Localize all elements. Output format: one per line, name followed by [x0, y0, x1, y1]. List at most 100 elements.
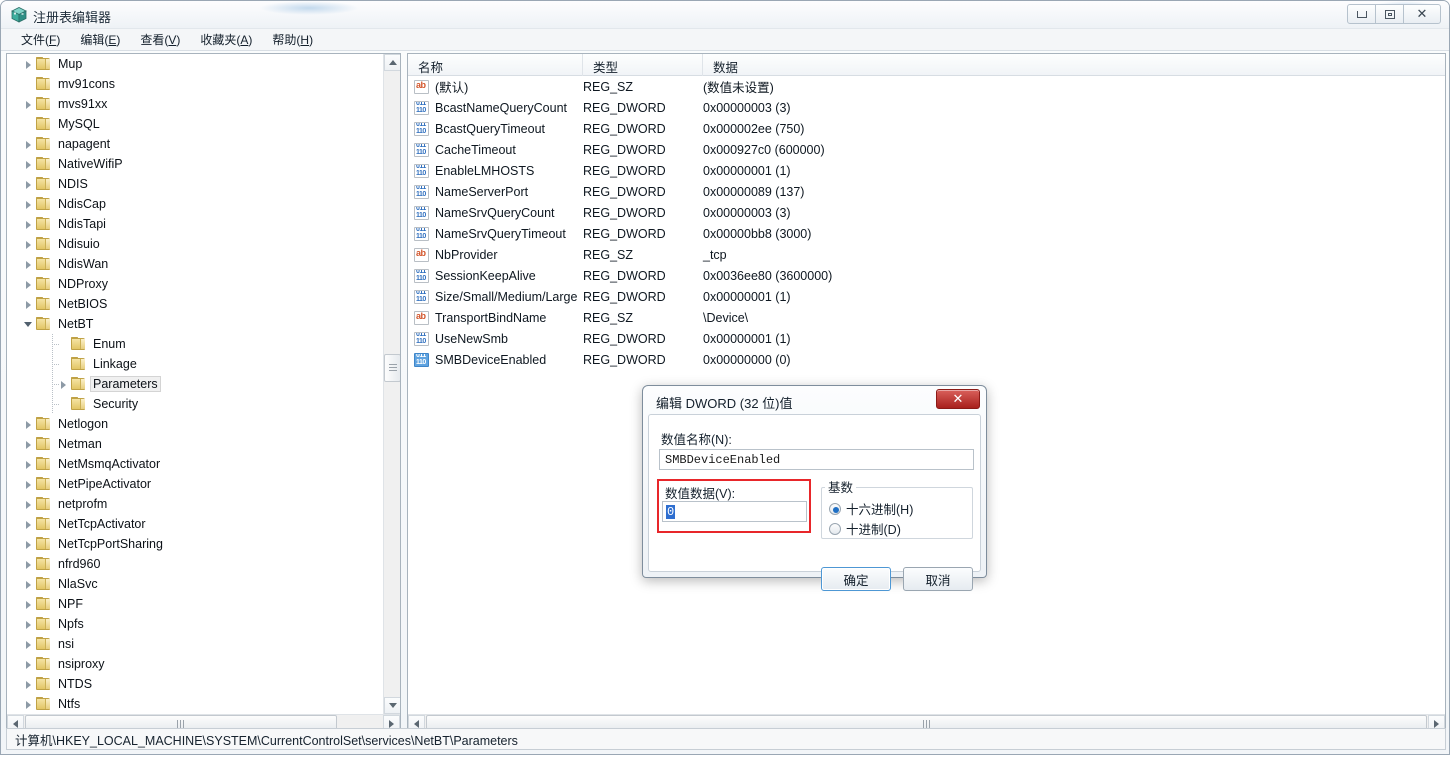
table-row[interactable]: NameSrvQueryCount REG_DWORD 0x00000003 (3) — [408, 202, 1445, 223]
tree-item-ntds[interactable]: NTDS — [7, 674, 384, 694]
table-row[interactable]: NbProvider REG_SZ _tcp — [408, 244, 1445, 265]
table-row[interactable]: NameServerPort REG_DWORD 0x00000089 (137) — [408, 181, 1445, 202]
expand-arrow-icon[interactable] — [23, 479, 34, 490]
tree-item-mvs91xx[interactable]: mvs91xx — [7, 94, 384, 114]
tree-item-nettcpactivator[interactable]: NetTcpActivator — [7, 514, 384, 534]
expand-arrow-icon[interactable] — [23, 279, 34, 290]
tree-item-npf[interactable]: NPF — [7, 594, 384, 614]
expand-arrow-icon[interactable] — [23, 519, 34, 530]
tree-item-netmsmqactivator[interactable]: NetMsmqActivator — [7, 454, 384, 474]
tree-item-ndiscap[interactable]: NdisCap — [7, 194, 384, 214]
tree-item-mysql[interactable]: MySQL — [7, 114, 384, 134]
expand-arrow-icon[interactable] — [23, 299, 34, 310]
close-button[interactable]: ✕ — [1403, 4, 1441, 24]
table-row[interactable]: UseNewSmb REG_DWORD 0x00000001 (1) — [408, 328, 1445, 349]
ok-button[interactable]: 确定 — [821, 567, 891, 591]
column-header-type[interactable]: 类型 — [583, 54, 703, 76]
expand-arrow-icon[interactable] — [23, 659, 34, 670]
expand-arrow-icon[interactable] — [23, 439, 34, 450]
expand-arrow-icon[interactable] — [23, 559, 34, 570]
tree-item-napagent[interactable]: napagent — [7, 134, 384, 154]
tree-item-netbios[interactable]: NetBIOS — [7, 294, 384, 314]
tree-item-nsiproxy[interactable]: nsiproxy — [7, 654, 384, 674]
tree-item-netbt[interactable]: NetBT — [7, 314, 384, 334]
table-row[interactable]: NameSrvQueryTimeout REG_DWORD 0x00000bb8 (… — [408, 223, 1445, 244]
expand-arrow-icon[interactable] — [23, 179, 34, 190]
column-header-data[interactable]: 数据 — [703, 54, 1445, 76]
column-header-name[interactable]: 名称 — [408, 54, 583, 76]
radio-decimal[interactable]: 十进制(D) — [829, 519, 901, 538]
tree-item-security[interactable]: Security — [7, 394, 384, 414]
tree-item-nettcpportsharing[interactable]: NetTcpPortSharing — [7, 534, 384, 554]
expand-arrow-icon[interactable] — [23, 619, 34, 630]
table-row[interactable]: SMBDeviceEnabled REG_DWORD 0x00000000 (0) — [408, 349, 1445, 370]
value-name-field[interactable]: SMBDeviceEnabled — [659, 449, 974, 470]
menu-help[interactable]: 帮助(H) — [262, 29, 323, 50]
table-row[interactable]: TransportBindName REG_SZ \Device\ — [408, 307, 1445, 328]
tree-item-npfs[interactable]: Npfs — [7, 614, 384, 634]
radio-hex-icon — [829, 502, 841, 515]
expand-arrow-icon[interactable] — [23, 679, 34, 690]
tree-scroll-up-button[interactable] — [384, 54, 400, 71]
expand-arrow-icon[interactable] — [23, 639, 34, 650]
tree-item-ndproxy[interactable]: NDProxy — [7, 274, 384, 294]
tree-item-enum[interactable]: Enum — [7, 334, 384, 354]
tree-item-parameters[interactable]: Parameters — [7, 374, 384, 394]
table-row[interactable]: SessionKeepAlive REG_DWORD 0x0036ee80 (360… — [408, 265, 1445, 286]
table-row[interactable]: Size/Small/Medium/Large REG_DWORD 0x000000… — [408, 286, 1445, 307]
value-name-text: SessionKeepAlive — [435, 268, 536, 283]
expand-arrow-icon[interactable] — [23, 219, 34, 230]
tree-item-netpipeactivator[interactable]: NetPipeActivator — [7, 474, 384, 494]
tree-item-nfrd960[interactable]: nfrd960 — [7, 554, 384, 574]
table-row[interactable]: EnableLMHOSTS REG_DWORD 0x00000001 (1) — [408, 160, 1445, 181]
expand-arrow-icon[interactable] — [23, 539, 34, 550]
dialog-close-button[interactable]: ✕ — [936, 389, 980, 409]
expand-arrow-icon[interactable] — [23, 139, 34, 150]
tree-item-mv91cons[interactable]: mv91cons — [7, 74, 384, 94]
expand-arrow-open-icon[interactable] — [23, 319, 34, 330]
expand-arrow-icon[interactable] — [23, 59, 34, 70]
menu-favorites[interactable]: 收藏夹(A) — [190, 29, 262, 50]
tree-item-netman[interactable]: Netman — [7, 434, 384, 454]
cancel-button[interactable]: 取消 — [903, 567, 973, 591]
tree-item-ndistapi[interactable]: NdisTapi — [7, 214, 384, 234]
radio-hexadecimal[interactable]: 十六进制(H) — [829, 499, 913, 518]
minimize-button[interactable] — [1347, 4, 1376, 24]
tree-item-nsi[interactable]: nsi — [7, 634, 384, 654]
tree-scroll-down-button[interactable] — [384, 697, 400, 714]
menu-file[interactable]: 文件(F) — [11, 29, 70, 50]
tree-item-netprofm[interactable]: netprofm — [7, 494, 384, 514]
tree-item-ndis[interactable]: NDIS — [7, 174, 384, 194]
expand-arrow-icon[interactable] — [23, 99, 34, 110]
expand-arrow-icon[interactable] — [23, 259, 34, 270]
tree-item-linkage[interactable]: Linkage — [7, 354, 384, 374]
tree-item-mup[interactable]: Mup — [7, 54, 384, 74]
menu-view[interactable]: 查看(V) — [130, 29, 190, 50]
expand-arrow-icon[interactable] — [58, 379, 69, 390]
expand-arrow-icon[interactable] — [23, 499, 34, 510]
expand-arrow-icon[interactable] — [23, 239, 34, 250]
table-row[interactable]: BcastQueryTimeout REG_DWORD 0x000002ee (75… — [408, 118, 1445, 139]
expand-arrow-icon[interactable] — [23, 599, 34, 610]
expand-arrow-icon[interactable] — [23, 699, 34, 710]
tree-item-nativewifip[interactable]: NativeWifiP — [7, 154, 384, 174]
expand-arrow-icon[interactable] — [23, 159, 34, 170]
expand-arrow-icon[interactable] — [23, 579, 34, 590]
expand-arrow-icon[interactable] — [23, 419, 34, 430]
tree-item-ndisuio[interactable]: Ndisuio — [7, 234, 384, 254]
tree-scroll-thumb[interactable] — [384, 354, 400, 382]
table-row[interactable]: CacheTimeout REG_DWORD 0x000927c0 (600000) — [408, 139, 1445, 160]
restore-button[interactable] — [1375, 4, 1404, 24]
tree-vertical-scrollbar[interactable] — [383, 54, 400, 714]
tree-item-netlogon[interactable]: Netlogon — [7, 414, 384, 434]
table-row[interactable]: BcastNameQueryCount REG_DWORD 0x00000003 (… — [408, 97, 1445, 118]
menu-edit[interactable]: 编辑(E) — [70, 29, 130, 50]
registry-editor-window: 注册表编辑器 ✕ 文件(F) 编辑(E) 查看(V) 收藏夹(A) 帮助(H) Mup m… — [0, 0, 1450, 755]
tree-item-nlasvc[interactable]: NlaSvc — [7, 574, 384, 594]
table-row[interactable]: (默认) REG_SZ (数值未设置) — [408, 76, 1445, 97]
tree-item-ndiswan[interactable]: NdisWan — [7, 254, 384, 274]
expand-arrow-icon[interactable] — [23, 459, 34, 470]
expand-arrow-icon[interactable] — [23, 199, 34, 210]
tree-item-ntfs[interactable]: Ntfs — [7, 694, 384, 713]
value-data-input[interactable]: 0 — [662, 501, 807, 522]
